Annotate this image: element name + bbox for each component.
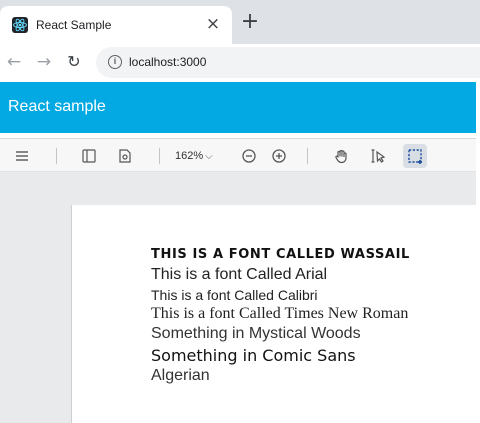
text-line-times: This is a font Called Times New Roman [151, 305, 409, 322]
forward-arrow-icon[interactable]: → [34, 52, 54, 72]
marquee-select-icon[interactable] [403, 144, 427, 168]
toolbar-divider [159, 148, 160, 164]
sidebar-toggle-icon[interactable] [77, 144, 101, 168]
menu-icon[interactable] [10, 144, 34, 168]
zoom-in-icon[interactable] [267, 144, 291, 168]
reload-icon[interactable]: ↻ [64, 52, 84, 72]
text-line-algerian: Algerian [151, 367, 210, 384]
zoom-out-icon[interactable] [237, 144, 261, 168]
toolbar-divider [307, 148, 308, 164]
text-line-arial: This is a font Called Arial [151, 266, 328, 283]
app-header: React sample [0, 82, 476, 133]
toolbar-divider [56, 148, 57, 164]
tab-title: React Sample [36, 18, 112, 32]
back-arrow-icon[interactable]: ← [4, 52, 24, 72]
react-icon [12, 17, 28, 33]
zoom-select[interactable]: 162% ⌵ [175, 145, 213, 167]
text-line-calibri: This is a font Called Calibri [151, 287, 318, 303]
text-line-wassail: THIS IS A FONT CALLED WASSAIL [151, 246, 410, 263]
pan-tool-icon[interactable] [329, 144, 353, 168]
app-title: React sample [8, 98, 106, 115]
text-select-icon[interactable] [366, 144, 390, 168]
chevron-down-icon: ⌵ [205, 151, 213, 162]
address-bar[interactable]: i localhost:3000 [96, 47, 480, 78]
browser-toolbar: ← → ↻ i localhost:3000 [0, 44, 480, 81]
tab-strip: React Sample × + [0, 0, 480, 44]
new-tab-button[interactable]: + [239, 11, 261, 34]
text-line-comic-sans: Something in Comic Sans [151, 346, 356, 365]
pdf-viewer-area[interactable]: THIS IS A FONT CALLED WASSAIL This is a … [0, 172, 476, 423]
site-info-icon[interactable]: i [108, 55, 122, 69]
url-text[interactable]: localhost:3000 [129, 54, 206, 70]
browser-tab[interactable]: React Sample × [0, 6, 232, 44]
zoom-level: 162% [175, 150, 204, 162]
page-properties-icon[interactable] [113, 144, 137, 168]
close-tab-icon[interactable]: × [204, 15, 222, 33]
pdf-page[interactable]: THIS IS A FONT CALLED WASSAIL This is a … [71, 205, 476, 423]
pdf-viewer-toolbar: 162% ⌵ [0, 138, 476, 172]
text-line-mystical-woods: Something in Mystical Woods [151, 325, 361, 342]
